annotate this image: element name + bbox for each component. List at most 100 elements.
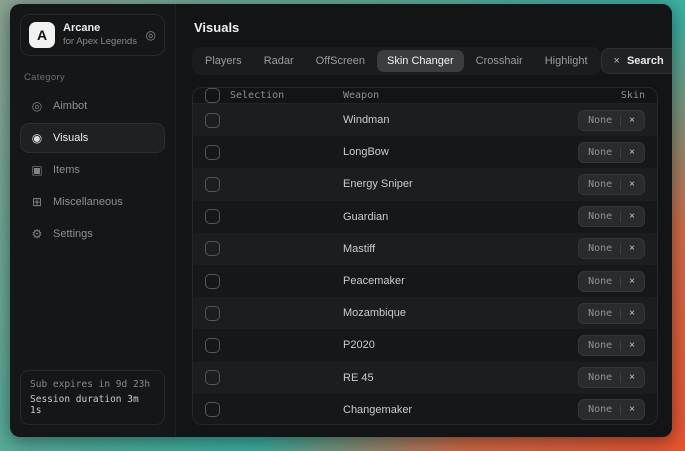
tab-label: OffScreen — [316, 55, 365, 67]
search-button[interactable]: × Search — [601, 48, 672, 74]
skin-selector-badge[interactable]: None × — [578, 271, 645, 292]
sidebar-item[interactable]: ◉ Visuals — [20, 123, 165, 153]
skin-selector-badge[interactable]: None × — [578, 174, 645, 195]
sidebar-item-label: Aimbot — [53, 100, 87, 112]
skin-selector-badge[interactable]: None × — [578, 367, 645, 388]
sidebar-item-label: Settings — [53, 228, 93, 240]
target-icon[interactable]: ◎ — [146, 28, 156, 42]
sidebar-item[interactable]: ▣ Items — [20, 155, 165, 185]
sidebar: A Arcane for Apex Legends ◎ Category ◎ A… — [10, 4, 176, 437]
clear-skin-icon[interactable]: × — [629, 211, 635, 222]
row-checkbox[interactable] — [205, 338, 220, 353]
x-icon: × — [614, 55, 620, 67]
tab[interactable]: Players — [195, 50, 252, 72]
table-row: Energy Sniper None × — [193, 168, 657, 200]
column-header-selection: Selection — [230, 90, 284, 101]
session-duration-text: Session duration 3m 1s — [30, 394, 155, 416]
skin-value: None — [588, 340, 612, 351]
sidebar-item[interactable]: ⊞ Miscellaneous — [20, 187, 165, 217]
skin-selector-badge[interactable]: None × — [578, 110, 645, 131]
clear-skin-icon[interactable]: × — [629, 243, 635, 254]
tab[interactable]: Skin Changer — [377, 50, 464, 72]
tab-label: Crosshair — [476, 55, 523, 67]
cheat-menu-window: A Arcane for Apex Legends ◎ Category ◎ A… — [10, 4, 672, 437]
clear-skin-icon[interactable]: × — [629, 276, 635, 287]
table-row: Peacemaker None × — [193, 265, 657, 297]
row-checkbox[interactable] — [205, 402, 220, 417]
tab[interactable]: Crosshair — [466, 50, 533, 72]
weapon-name: Mastiff — [343, 243, 375, 255]
row-checkbox[interactable] — [205, 370, 220, 385]
skin-selector-badge[interactable]: None × — [578, 303, 645, 324]
badge-divider — [620, 276, 621, 287]
sidebar-item[interactable]: ⚙ Settings — [20, 219, 165, 249]
tab[interactable]: OffScreen — [306, 50, 375, 72]
table-body: Windman None × LongBow None — [193, 104, 657, 425]
tab-label: Highlight — [545, 55, 588, 67]
row-checkbox[interactable] — [205, 177, 220, 192]
clear-skin-icon[interactable]: × — [629, 179, 635, 190]
clear-skin-icon[interactable]: × — [629, 147, 635, 158]
row-checkbox[interactable] — [205, 209, 220, 224]
badge-divider — [620, 115, 621, 126]
weapon-name: LongBow — [343, 146, 389, 158]
table-row: RE 45 None × — [193, 362, 657, 394]
badge-divider — [620, 372, 621, 383]
skin-selector-badge[interactable]: None × — [578, 238, 645, 259]
skin-value: None — [588, 243, 612, 254]
tab-label: Radar — [264, 55, 294, 67]
table-row: LongBow None × — [193, 136, 657, 168]
row-checkbox[interactable] — [205, 145, 220, 160]
badge-divider — [620, 243, 621, 254]
skin-value: None — [588, 276, 612, 287]
row-checkbox[interactable] — [205, 113, 220, 128]
table-row: Mastiff None × — [193, 233, 657, 265]
clear-skin-icon[interactable]: × — [629, 372, 635, 383]
weapon-name: Windman — [343, 114, 389, 126]
skin-value: None — [588, 372, 612, 383]
select-all-checkbox[interactable] — [205, 88, 220, 103]
badge-divider — [620, 308, 621, 319]
table-row: Changemaker None × — [193, 394, 657, 425]
skin-value: None — [588, 404, 612, 415]
tab[interactable]: Highlight — [535, 50, 598, 72]
weapon-name: RE 45 — [343, 372, 374, 384]
eye-icon: ◉ — [30, 131, 44, 145]
sidebar-spacer — [20, 249, 165, 370]
row-checkbox[interactable] — [205, 241, 220, 256]
badge-divider — [620, 211, 621, 222]
table-row: Windman None × — [193, 104, 657, 136]
clear-skin-icon[interactable]: × — [629, 115, 635, 126]
skin-selector-badge[interactable]: None × — [578, 142, 645, 163]
sidebar-item[interactable]: ◎ Aimbot — [20, 91, 165, 121]
skin-selector-badge[interactable]: None × — [578, 335, 645, 356]
toolbar: Players Radar OffScreen Skin Changer — [192, 47, 658, 75]
clear-skin-icon[interactable]: × — [629, 340, 635, 351]
skin-table: Selection Weapon Skin Windman None × — [192, 87, 658, 425]
badge-divider — [620, 147, 621, 158]
gear-icon: ⚙ — [30, 227, 44, 241]
app-subtitle: for Apex Legends — [63, 36, 138, 48]
column-header-skin: Skin — [621, 90, 645, 101]
tab[interactable]: Radar — [254, 50, 304, 72]
brand-text: Arcane for Apex Legends — [63, 22, 138, 48]
clear-skin-icon[interactable]: × — [629, 308, 635, 319]
category-label: Category — [24, 72, 161, 83]
row-checkbox[interactable] — [205, 306, 220, 321]
app-logo: A — [29, 22, 55, 48]
skin-selector-badge[interactable]: None × — [578, 399, 645, 420]
brand-card: A Arcane for Apex Legends ◎ — [20, 14, 165, 56]
skin-value: None — [588, 147, 612, 158]
tab-label: Skin Changer — [387, 55, 454, 67]
crosshair-icon: ◎ — [30, 99, 44, 113]
row-checkbox[interactable] — [205, 274, 220, 289]
sidebar-item-label: Miscellaneous — [53, 196, 123, 208]
sub-expires-text: Sub expires in 9d 23h — [30, 379, 155, 390]
badge-divider — [620, 340, 621, 351]
badge-divider — [620, 404, 621, 415]
skin-value: None — [588, 115, 612, 126]
clear-skin-icon[interactable]: × — [629, 404, 635, 415]
skin-selector-badge[interactable]: None × — [578, 206, 645, 227]
weapon-name: Mozambique — [343, 307, 406, 319]
weapon-name: Energy Sniper — [343, 178, 413, 190]
